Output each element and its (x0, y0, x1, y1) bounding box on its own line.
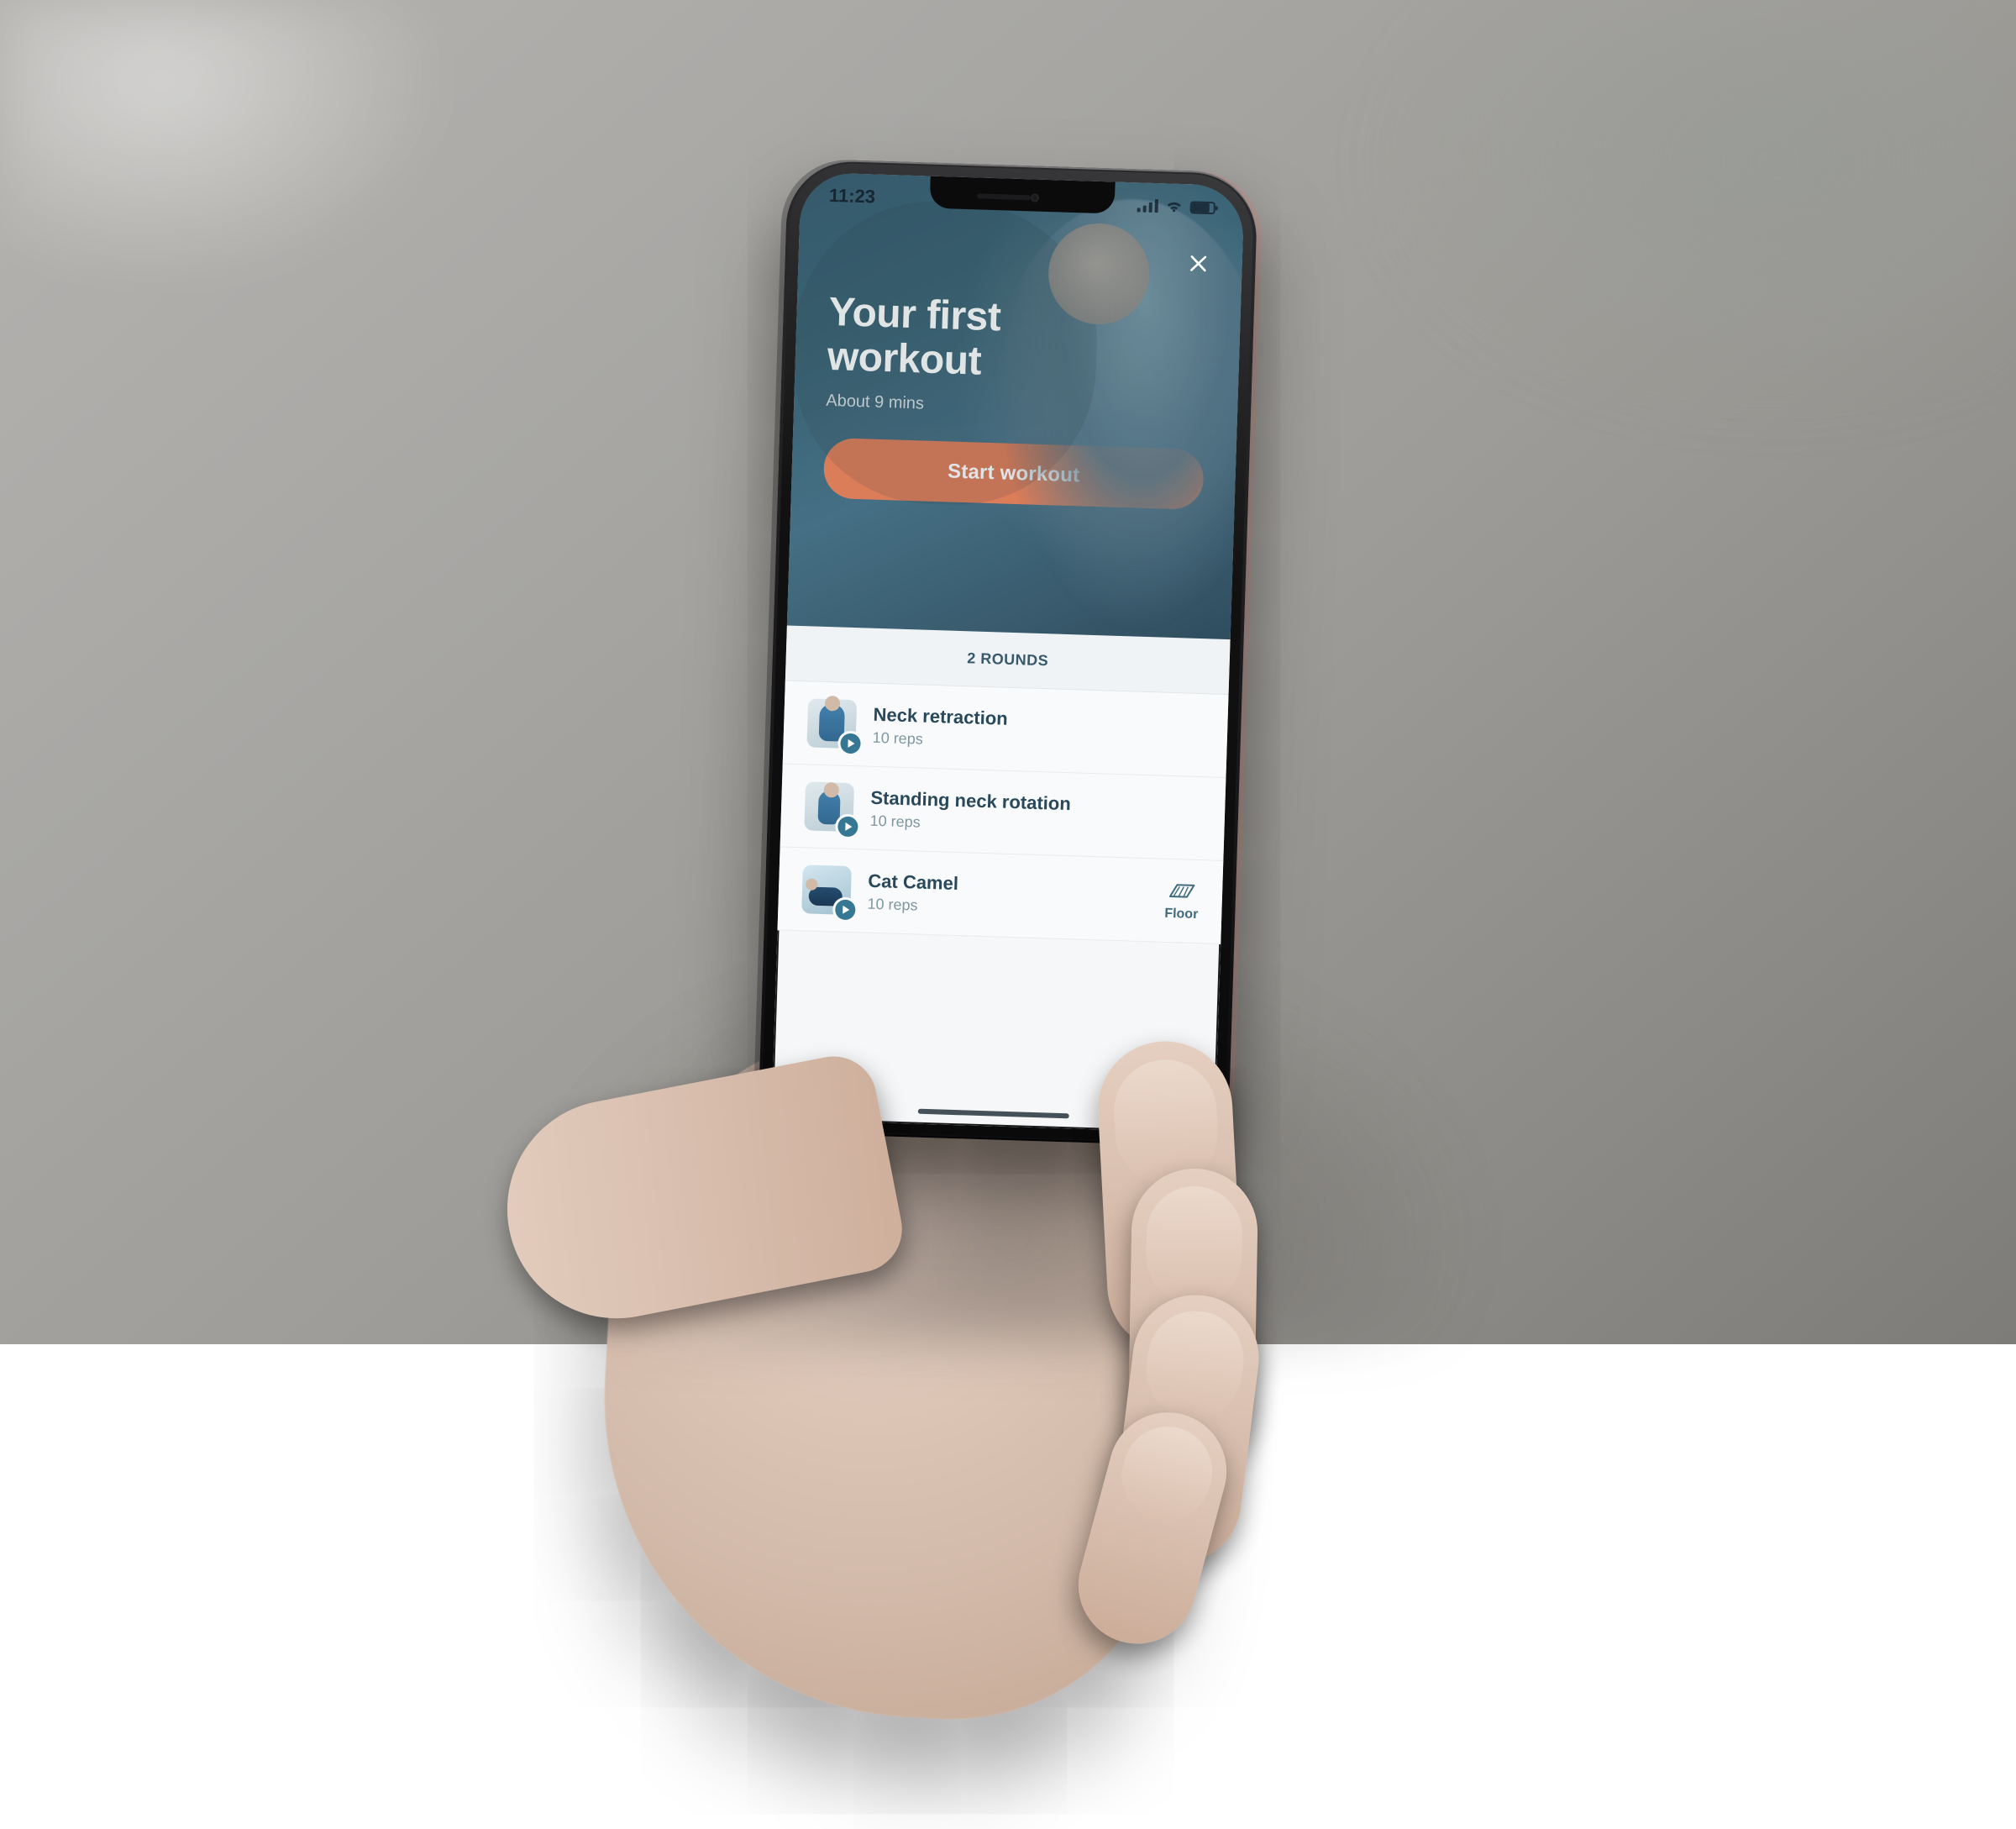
exercise-thumbnail[interactable] (804, 781, 854, 832)
exercise-list: 2 ROUNDS Neck retraction 10 reps (777, 626, 1230, 944)
exercise-row[interactable]: Cat Camel 10 reps Floor (777, 847, 1223, 944)
start-workout-button[interactable]: Start workout (823, 437, 1205, 509)
status-time: 11:23 (829, 185, 876, 208)
workout-title: Your first workout (827, 291, 1081, 387)
home-indicator[interactable] (918, 1109, 1069, 1119)
play-icon (837, 817, 858, 838)
play-icon (835, 899, 856, 920)
floor-icon (1165, 880, 1200, 902)
play-icon (840, 733, 861, 754)
device-notch (930, 176, 1116, 214)
signal-icon (1137, 198, 1158, 213)
workout-hero: Your first workout About 9 mins Start wo… (787, 172, 1245, 639)
equipment-badge: Floor (1164, 880, 1200, 922)
battery-icon (1190, 201, 1215, 214)
exercise-row[interactable]: Neck retraction 10 reps (783, 681, 1229, 778)
workout-duration: About 9 mins (826, 391, 1205, 422)
exercise-row[interactable]: Standing neck rotation 10 reps (780, 764, 1226, 861)
exercise-thumbnail[interactable] (806, 698, 857, 749)
exercise-thumbnail[interactable] (801, 865, 852, 915)
equipment-label: Floor (1164, 907, 1199, 922)
phone-frame: 11:23 Your first workout About 9 mins St… (758, 158, 1258, 1147)
phone-screen: 11:23 Your first workout About 9 mins St… (771, 172, 1244, 1133)
wifi-icon (1165, 199, 1184, 213)
close-icon (1188, 253, 1209, 274)
close-button[interactable] (1179, 244, 1217, 282)
